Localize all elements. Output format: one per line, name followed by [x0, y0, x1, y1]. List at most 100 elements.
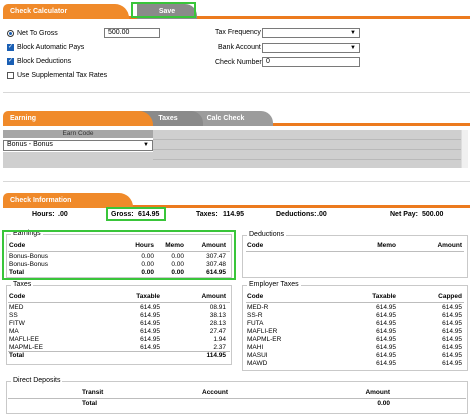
- employer-taxes-title: Employer Taxes: [247, 281, 301, 288]
- deductions-header-rule: [246, 251, 464, 252]
- use-supp-label: Use Supplemental Tax Rates: [17, 72, 108, 79]
- taxes-cell: 614.95: [140, 304, 160, 311]
- employer-taxes-cell: 614.95: [442, 344, 462, 351]
- taxes-cell: 614.95: [140, 328, 160, 335]
- employer-taxes-col-capped: Capped: [438, 293, 462, 300]
- taxes-cell: 28.13: [209, 320, 226, 327]
- deposits-total-label: Total: [82, 400, 98, 407]
- earnings-col-amount: Amount: [201, 242, 226, 249]
- employer-taxes-cell: 614.95: [442, 304, 462, 311]
- block-deductions-row: ✓ Block Deductions: [7, 56, 71, 67]
- employer-taxes-cell: 614.95: [376, 352, 396, 359]
- taxes-label: Taxes:: [196, 211, 218, 218]
- taxes-total-cell: Total: [9, 352, 25, 359]
- chevron-down-icon: ▼: [350, 30, 356, 36]
- grid-line: [153, 159, 461, 160]
- employer-taxes-cell: MED-R: [247, 304, 269, 311]
- tax-frequency-select[interactable]: ▼: [262, 28, 360, 38]
- taxes-total-cell: 114.95: [206, 352, 226, 359]
- block-deductions-checkbox[interactable]: ✓: [7, 58, 14, 65]
- grid-line: [153, 149, 461, 150]
- check-number-label: Check Number: [215, 59, 262, 66]
- deductions-col-memo: Memo: [377, 242, 396, 249]
- employer-taxes-header-rule: [246, 302, 464, 303]
- tax-frequency-label: Tax Frequency: [215, 29, 261, 36]
- employer-taxes-cell: 614.95: [442, 352, 462, 359]
- deductions-label: Deductions:: [276, 211, 317, 218]
- tab-earning[interactable]: Earning: [3, 111, 153, 126]
- grid-scrollbar[interactable]: [461, 130, 468, 168]
- use-supp-row: Use Supplemental Tax Rates: [7, 70, 107, 81]
- block-auto-pays-checkbox[interactable]: ✓: [7, 44, 14, 51]
- earnings-col-memo: Memo: [165, 242, 184, 249]
- taxes-value: 114.95: [223, 211, 245, 218]
- gross-highlight: [106, 207, 166, 221]
- deposits-header-rule: [8, 398, 466, 399]
- taxes-cell: 2.37: [213, 344, 226, 351]
- earnings-total-cell: 614.95: [206, 269, 226, 276]
- taxes-header-rule: [8, 302, 230, 303]
- bank-account-label: Bank Account: [218, 44, 261, 51]
- employer-taxes-cell: MAPML-ER: [247, 336, 282, 343]
- employer-taxes-cell: 614.95: [442, 328, 462, 335]
- earnings-cell: 0.00: [141, 261, 154, 268]
- earnings-total-cell: 0.00: [171, 269, 184, 276]
- employer-taxes-cell: 614.95: [376, 328, 396, 335]
- taxes-cell: 08.91: [209, 304, 226, 311]
- deductions-col-amount: Amount: [437, 242, 462, 249]
- taxes-cell: MAPML-EE: [9, 344, 43, 351]
- earnings-cell: 0.00: [141, 253, 154, 260]
- deductions-title: Deductions: [247, 231, 287, 238]
- deposits-col-account: Account: [202, 389, 228, 396]
- employer-taxes-cell: 614.95: [376, 312, 396, 319]
- chevron-down-icon: ▼: [143, 142, 149, 148]
- taxes-title: Taxes: [11, 281, 34, 288]
- section-divider: [3, 181, 470, 182]
- employer-taxes-cell: MAWD: [247, 360, 268, 367]
- tab-check-information[interactable]: Check Information: [3, 193, 133, 208]
- employer-taxes-cell: MAFLI-ER: [247, 328, 278, 335]
- block-auto-pays-label: Block Automatic Pays: [17, 44, 85, 51]
- employer-taxes-cell: MAHI: [247, 344, 264, 351]
- taxes-cell: SS: [9, 312, 18, 319]
- employer-taxes-col-taxable: Taxable: [372, 293, 396, 300]
- bank-account-select[interactable]: ▼: [262, 43, 360, 53]
- employer-taxes-cell: 614.95: [442, 336, 462, 343]
- employer-taxes-cell: 614.95: [376, 336, 396, 343]
- grid-line: [153, 139, 461, 140]
- earnings-cell: 0.00: [171, 261, 184, 268]
- block-auto-pays-row: ✓ Block Automatic Pays: [7, 42, 84, 53]
- employer-taxes-cell: 614.95: [376, 304, 396, 311]
- hours-value: .00: [58, 211, 68, 218]
- earnings-total-cell: 0.00: [141, 269, 154, 276]
- net-to-gross-radio[interactable]: [7, 30, 14, 37]
- earnings-col-hours: Hours: [135, 242, 154, 249]
- earnings-cell: 307.47: [206, 253, 226, 260]
- taxes-cell: 1.94: [213, 336, 226, 343]
- calculator-tabbar: Check Calculator Save: [3, 4, 470, 19]
- taxes-total-rule: [8, 351, 230, 352]
- taxes-cell: 614.95: [140, 344, 160, 351]
- taxes-cell: FITW: [9, 320, 25, 327]
- block-deductions-label: Block Deductions: [17, 58, 72, 65]
- employer-taxes-cell: FUTA: [247, 320, 264, 327]
- check-info-tabbar: Check Information: [3, 193, 470, 208]
- taxes-cell: 614.95: [140, 336, 160, 343]
- employer-taxes-cell: SS-R: [247, 312, 263, 319]
- earn-code-select[interactable]: Bonus - Bonus ▼: [3, 140, 153, 151]
- employer-taxes-cell: 614.95: [442, 360, 462, 367]
- earnings-col-code: Code: [9, 242, 26, 249]
- taxes-col-code: Code: [9, 293, 26, 300]
- deposits-col-amount: Amount: [365, 389, 390, 396]
- check-number-input[interactable]: 0: [262, 57, 360, 67]
- save-highlight: [131, 2, 196, 18]
- net-to-gross-input[interactable]: 500.00: [104, 28, 160, 38]
- employer-taxes-cell: 614.95: [376, 320, 396, 327]
- taxes-cell: 38.13: [209, 312, 226, 319]
- net-to-gross-row: Net To Gross: [7, 28, 58, 39]
- employer-taxes-cell: 614.95: [442, 320, 462, 327]
- use-supp-checkbox[interactable]: [7, 72, 14, 79]
- tab-check-calculator[interactable]: Check Calculator: [3, 4, 129, 19]
- earnings-header-rule: [8, 251, 230, 252]
- taxes-cell: MAFLI-EE: [9, 336, 39, 343]
